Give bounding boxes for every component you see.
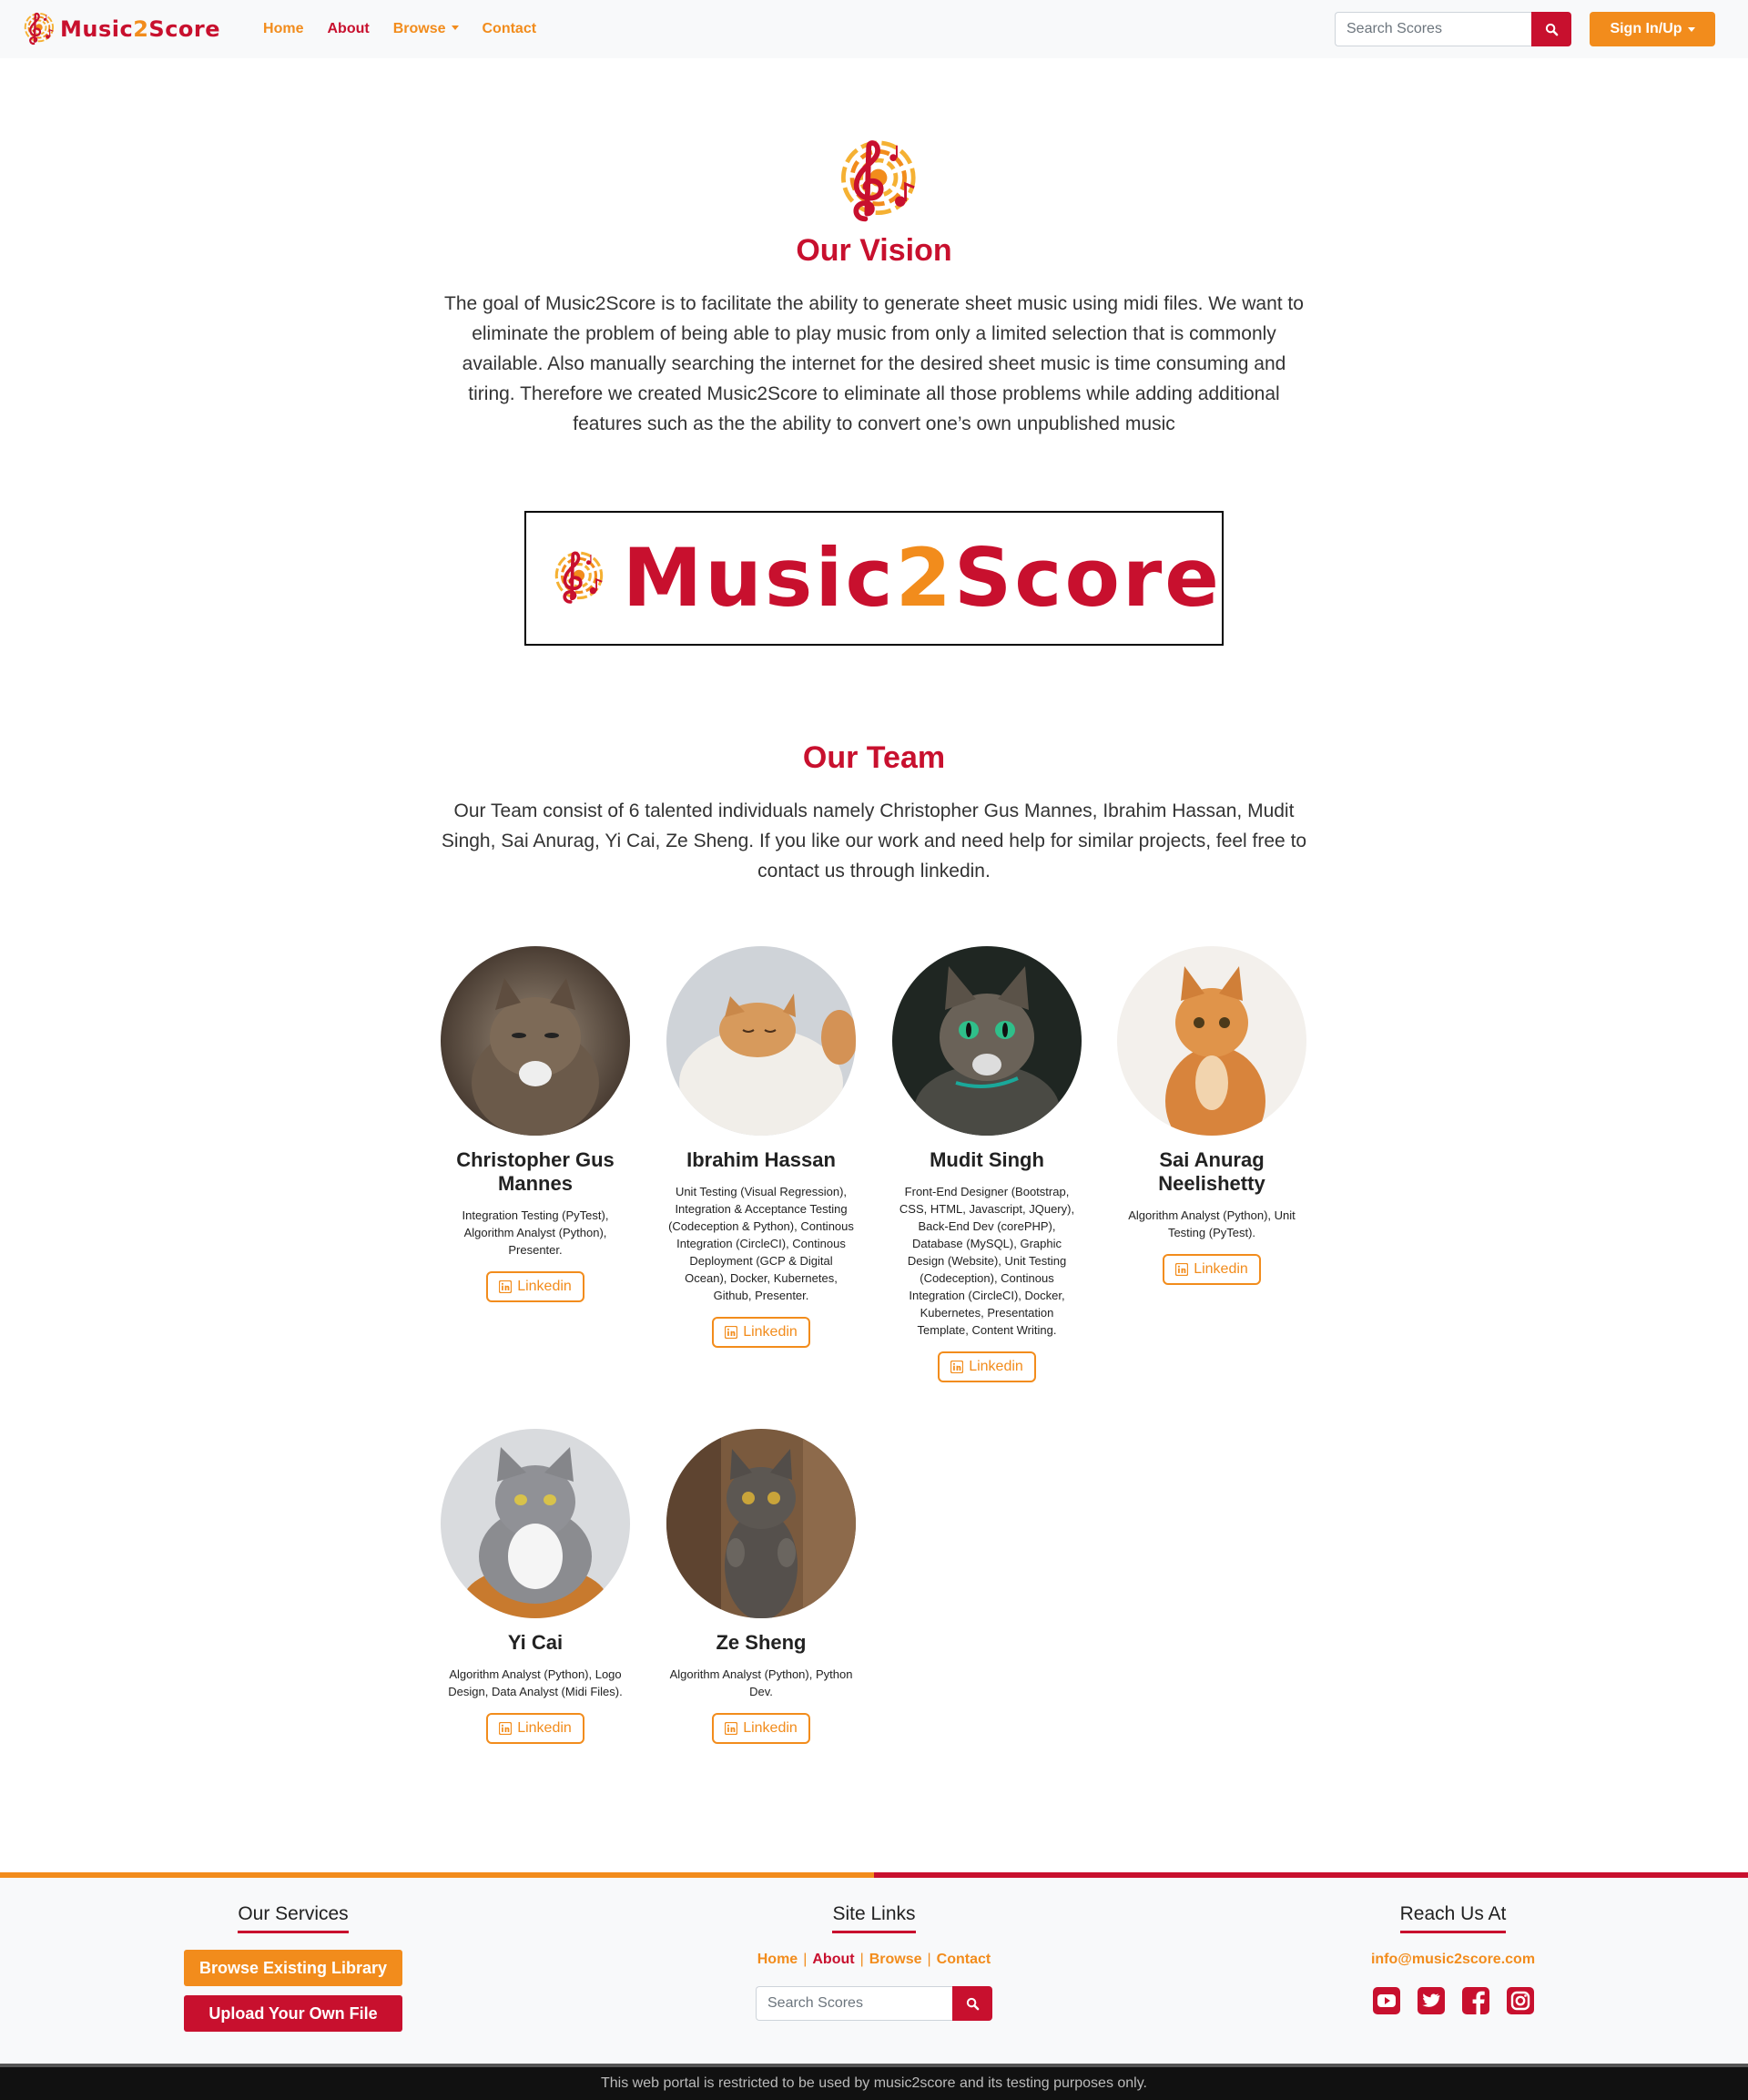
member-role: Algorithm Analyst (Python), Logo Design,… [448, 1667, 623, 1698]
linkedin-icon [499, 1722, 512, 1735]
browse-library-button[interactable]: Browse Existing Library [184, 1950, 402, 1986]
copyright-bar: This web portal is restricted to be used… [0, 2064, 1748, 2100]
vision-text: The goal of Music2Score is to facilitate… [444, 293, 1304, 434]
member-role: Algorithm Analyst (Python), Python Dev. [669, 1667, 853, 1698]
linkedin-button[interactable]: Linkedin [712, 1713, 810, 1744]
linkedin-icon [725, 1326, 737, 1339]
nav-home[interactable]: Home [251, 21, 315, 37]
vision-logo-icon [830, 138, 918, 226]
member-role: Integration Testing (PyTest), Algorithm … [462, 1208, 609, 1257]
member-name: Christopher Gus Mannes [456, 1148, 615, 1195]
caret-down-icon [451, 25, 459, 30]
linkedin-button[interactable]: Linkedin [1163, 1254, 1261, 1285]
footer-link-home[interactable]: Home [757, 1952, 798, 1967]
avatar [666, 1429, 856, 1618]
team-member-card: Yi Cai Algorithm Analyst (Python), Logo … [435, 1429, 635, 1744]
social-links [1307, 1986, 1599, 2015]
avatar [441, 946, 630, 1136]
member-name: Mudit Singh [930, 1148, 1044, 1171]
footer-search-button[interactable] [952, 1986, 992, 2021]
member-name: Ibrahim Hassan [686, 1148, 836, 1171]
footer-links-heading: Site Links [832, 1903, 916, 1933]
brand-name: Music2Score [60, 16, 221, 42]
member-name: Sai Anurag Neelishetty [1158, 1148, 1265, 1195]
linkedin-icon [499, 1280, 512, 1293]
member-role: Algorithm Analyst (Python), Unit Testing… [1128, 1208, 1296, 1239]
vision-section: Our Vision The goal of Music2Score is to… [437, 233, 1311, 439]
banner-brand-name: Music2Score [622, 531, 1222, 625]
team-section: Our Team Our Team consist of 6 talented … [437, 740, 1311, 886]
instagram-icon[interactable] [1506, 1986, 1535, 2015]
vision-title: Our Vision [796, 233, 952, 268]
brand-banner: Music2Score [524, 511, 1224, 646]
footer-link-about[interactable]: About [812, 1952, 854, 1967]
banner-logo-icon [548, 515, 605, 642]
team-member-card: Mudit Singh Front-End Designer (Bootstra… [887, 946, 1087, 1382]
footer-reach: Reach Us At info@music2score.com [1307, 1878, 1599, 2015]
team-member-card: Ibrahim Hassan Unit Testing (Visual Regr… [661, 946, 861, 1348]
avatar [441, 1429, 630, 1618]
footer: Our Services Browse Existing Library Upl… [0, 1878, 1748, 2064]
search-icon [1545, 23, 1559, 36]
facebook-icon[interactable] [1461, 1986, 1490, 2015]
search-icon [966, 1997, 980, 2011]
nav-browse-dropdown[interactable]: Browse [381, 21, 471, 37]
team-text: Our Team consist of 6 talented individua… [441, 800, 1307, 882]
footer-links: Home | About | Browse | Contact [757, 1952, 991, 1967]
footer-services-heading: Our Services [238, 1903, 349, 1933]
music2score-logo-icon [20, 12, 55, 46]
navbar: Music2Score Home About Browse Contact Si… [0, 0, 1748, 58]
caret-down-icon [1687, 26, 1695, 32]
footer-reach-heading: Reach Us At [1399, 1903, 1507, 1933]
brand-link[interactable]: Music2Score [20, 12, 220, 46]
member-name: Yi Cai [507, 1631, 564, 1654]
footer-services: Our Services Browse Existing Library Upl… [147, 1878, 439, 2032]
nav-search-form [1335, 12, 1571, 46]
linkedin-button[interactable]: Linkedin [486, 1271, 584, 1302]
linkedin-button[interactable]: Linkedin [712, 1317, 810, 1348]
twitter-icon[interactable] [1417, 1986, 1446, 2015]
footer-link-browse[interactable]: Browse [869, 1952, 922, 1967]
avatar [892, 946, 1082, 1136]
footer-site-links: Site Links Home | About | Browse | Contact [728, 1878, 1020, 2021]
sign-in-dropdown-button[interactable]: Sign In/Up [1590, 12, 1715, 46]
footer-search-input[interactable] [756, 1986, 952, 2021]
member-name: Ze Sheng [716, 1631, 807, 1654]
contact-email-link[interactable]: info@music2score.com [1307, 1952, 1599, 1968]
search-button[interactable] [1531, 12, 1571, 46]
member-role: Unit Testing (Visual Regression), Integr… [668, 1185, 854, 1302]
search-input[interactable] [1335, 12, 1531, 46]
avatar [666, 946, 856, 1136]
nav-about[interactable]: About [316, 21, 381, 37]
upload-file-button[interactable]: Upload Your Own File [184, 1995, 402, 2032]
linkedin-button[interactable]: Linkedin [938, 1351, 1036, 1382]
footer-link-contact[interactable]: Contact [937, 1952, 991, 1967]
linkedin-button[interactable]: Linkedin [486, 1713, 584, 1744]
avatar [1117, 946, 1306, 1136]
footer-search-form [728, 1986, 1020, 2021]
team-title: Our Team [802, 740, 946, 775]
team-member-card: Christopher Gus Mannes Integration Testi… [435, 946, 635, 1302]
linkedin-icon [950, 1361, 963, 1373]
member-role: Front-End Designer (Bootstrap, CSS, HTML… [899, 1185, 1075, 1337]
linkedin-icon [1175, 1263, 1188, 1276]
youtube-icon[interactable] [1372, 1986, 1401, 2015]
nav-links: Home About Browse Contact [251, 21, 548, 37]
nav-contact[interactable]: Contact [471, 21, 549, 37]
team-member-card: Sai Anurag Neelishetty Algorithm Analyst… [1112, 946, 1312, 1285]
team-member-card: Ze Sheng Algorithm Analyst (Python), Pyt… [661, 1429, 861, 1744]
linkedin-icon [725, 1722, 737, 1735]
